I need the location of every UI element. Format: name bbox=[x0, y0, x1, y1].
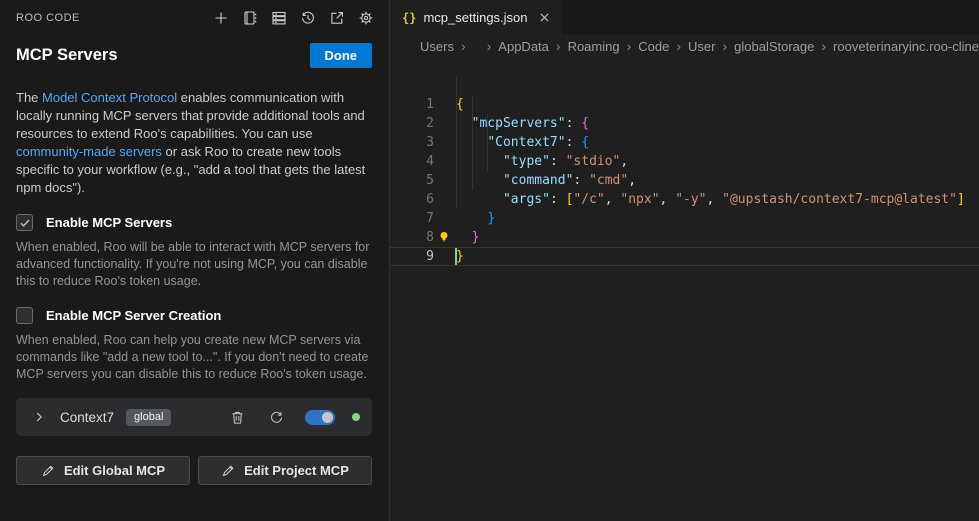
breadcrumb-item[interactable]: Users bbox=[420, 39, 454, 54]
code-line-text: { bbox=[434, 95, 464, 114]
edit-global-mcp-button[interactable]: Edit Global MCP bbox=[16, 456, 190, 485]
line-number: 4 bbox=[390, 152, 434, 171]
text-cursor bbox=[455, 248, 457, 265]
breadcrumb-separator-icon: › bbox=[821, 38, 826, 54]
tab-mcp-settings-json[interactable]: {} mcp_settings.json bbox=[390, 0, 562, 35]
code-line-text: "args": ["/c", "npx", "-y", "@upstash/co… bbox=[434, 190, 965, 209]
breadcrumb-separator-icon: › bbox=[556, 38, 561, 54]
code-line[interactable]: 5 "command": "cmd", bbox=[390, 171, 979, 190]
enable-mcp-servers-description: When enabled, Roo will be able to intera… bbox=[16, 239, 372, 290]
panel-top-bar: ROO CODE bbox=[0, 0, 388, 28]
breadcrumb-item[interactable]: rooveterinaryinc.roo-cline bbox=[833, 39, 979, 54]
line-number: 2 bbox=[390, 114, 434, 133]
enable-mcp-servers-row: Enable MCP Servers bbox=[16, 214, 372, 231]
enable-mcp-creation-section: Enable MCP Server Creation When enabled,… bbox=[16, 307, 372, 383]
enable-mcp-servers-label: Enable MCP Servers bbox=[46, 215, 172, 230]
restart-refresh-icon[interactable] bbox=[266, 407, 286, 427]
enable-mcp-creation-checkbox[interactable] bbox=[16, 307, 33, 324]
enable-mcp-servers-checkbox[interactable] bbox=[16, 214, 33, 231]
breadcrumb-item[interactable]: AppData bbox=[498, 39, 549, 54]
intro-text: The bbox=[16, 90, 42, 105]
server-name: Context7 bbox=[60, 410, 114, 425]
edit-project-mcp-label: Edit Project MCP bbox=[244, 463, 349, 478]
code-line[interactable]: 3 "Context7": { bbox=[390, 133, 979, 152]
breadcrumb-separator-icon: › bbox=[627, 38, 632, 54]
tab-filename: mcp_settings.json bbox=[423, 10, 527, 25]
line-number: 5 bbox=[390, 171, 434, 190]
code-line-text: "command": "cmd", bbox=[434, 171, 636, 190]
breadcrumb-separator-icon: › bbox=[487, 38, 492, 54]
prompts-notebook-icon[interactable] bbox=[240, 8, 260, 28]
edit-global-mcp-label: Edit Global MCP bbox=[64, 463, 165, 478]
code-line-text: "mcpServers": { bbox=[434, 114, 589, 133]
indent-guide bbox=[456, 76, 457, 209]
breadcrumb-item[interactable]: Code bbox=[638, 39, 669, 54]
line-number: 7 bbox=[390, 209, 434, 228]
line-number: 3 bbox=[390, 133, 434, 152]
panel-toolbar bbox=[211, 8, 376, 28]
mcp-server-row-context7[interactable]: Context7 global bbox=[16, 398, 372, 436]
toggle-knob bbox=[322, 412, 333, 423]
line-number: 9 bbox=[390, 247, 434, 266]
json-file-icon: {} bbox=[402, 11, 416, 25]
server-enabled-toggle[interactable] bbox=[305, 410, 335, 425]
page-header: MCP Servers Done bbox=[0, 28, 388, 68]
line-number: 6 bbox=[390, 190, 434, 209]
code-line-text: } bbox=[434, 247, 464, 266]
breadcrumb-separator-icon: › bbox=[461, 38, 466, 54]
code-line[interactable]: 1{ bbox=[390, 95, 979, 114]
indent-guide bbox=[487, 114, 488, 171]
line-number: 1 bbox=[390, 95, 434, 114]
code-lines: 1{2 "mcpServers": {3 "Context7": {4 "typ… bbox=[390, 95, 979, 266]
delete-trash-icon[interactable] bbox=[227, 407, 247, 427]
done-button[interactable]: Done bbox=[310, 43, 373, 68]
panel-footer: Edit Global MCP Edit Project MCP bbox=[16, 456, 372, 485]
settings-gear-icon[interactable] bbox=[356, 8, 376, 28]
breadcrumb-separator-icon: › bbox=[676, 38, 681, 54]
code-line-text: } bbox=[434, 209, 495, 228]
enable-mcp-creation-row: Enable MCP Server Creation bbox=[16, 307, 372, 324]
code-line[interactable]: 2 "mcpServers": { bbox=[390, 114, 979, 133]
enable-mcp-creation-label: Enable MCP Server Creation bbox=[46, 308, 221, 323]
open-external-icon[interactable] bbox=[327, 8, 347, 28]
history-icon[interactable] bbox=[298, 8, 318, 28]
indent-guide bbox=[472, 95, 473, 190]
editor-tab-bar: {} mcp_settings.json bbox=[390, 0, 979, 35]
code-line[interactable]: 9} bbox=[390, 247, 979, 266]
close-tab-icon[interactable] bbox=[539, 12, 550, 23]
model-context-protocol-link[interactable]: Model Context Protocol bbox=[42, 90, 177, 105]
line-number: 8 bbox=[390, 228, 434, 247]
code-line[interactable]: 4 "type": "stdio", bbox=[390, 152, 979, 171]
enable-mcp-servers-section: Enable MCP Servers When enabled, Roo wil… bbox=[16, 214, 372, 290]
extension-title: ROO CODE bbox=[16, 12, 80, 24]
enable-mcp-creation-description: When enabled, Roo can help you create ne… bbox=[16, 332, 372, 383]
add-icon[interactable] bbox=[211, 8, 231, 28]
breadcrumb-item[interactable]: Roaming bbox=[568, 39, 620, 54]
code-line-text: "Context7": { bbox=[434, 133, 589, 152]
server-status-indicator bbox=[352, 413, 360, 421]
editor-group: {} mcp_settings.json Users › › AppData › Roam… bbox=[389, 0, 979, 521]
breadcrumb-item[interactable]: User bbox=[688, 39, 715, 54]
mcp-servers-icon[interactable] bbox=[269, 8, 289, 28]
breadcrumb-item[interactable]: globalStorage bbox=[734, 39, 814, 54]
code-line[interactable]: 6 "args": ["/c", "npx", "-y", "@upstash/… bbox=[390, 190, 979, 209]
roo-code-panel: ROO CODE bbox=[0, 0, 388, 521]
edit-project-mcp-button[interactable]: Edit Project MCP bbox=[198, 456, 372, 485]
page-title: MCP Servers bbox=[16, 46, 118, 65]
breadcrumb-separator-icon: › bbox=[722, 38, 727, 54]
server-scope-badge: global bbox=[126, 409, 171, 426]
code-line[interactable]: 8 } bbox=[390, 228, 979, 247]
community-made-servers-link[interactable]: community-made servers bbox=[16, 144, 162, 159]
code-line-text: } bbox=[434, 228, 479, 247]
code-line-text: "type": "stdio", bbox=[434, 152, 628, 171]
chevron-right-icon[interactable] bbox=[32, 410, 46, 424]
breadcrumb: Users › › AppData › Roaming › Code › User › globalS… bbox=[390, 35, 979, 57]
intro-paragraph: The Model Context Protocol enables commu… bbox=[16, 89, 372, 197]
code-editor[interactable]: 1{2 "mcpServers": {3 "Context7": {4 "typ… bbox=[390, 57, 979, 361]
app-window: ROO CODE bbox=[0, 0, 979, 521]
code-line[interactable]: 7 } bbox=[390, 209, 979, 228]
